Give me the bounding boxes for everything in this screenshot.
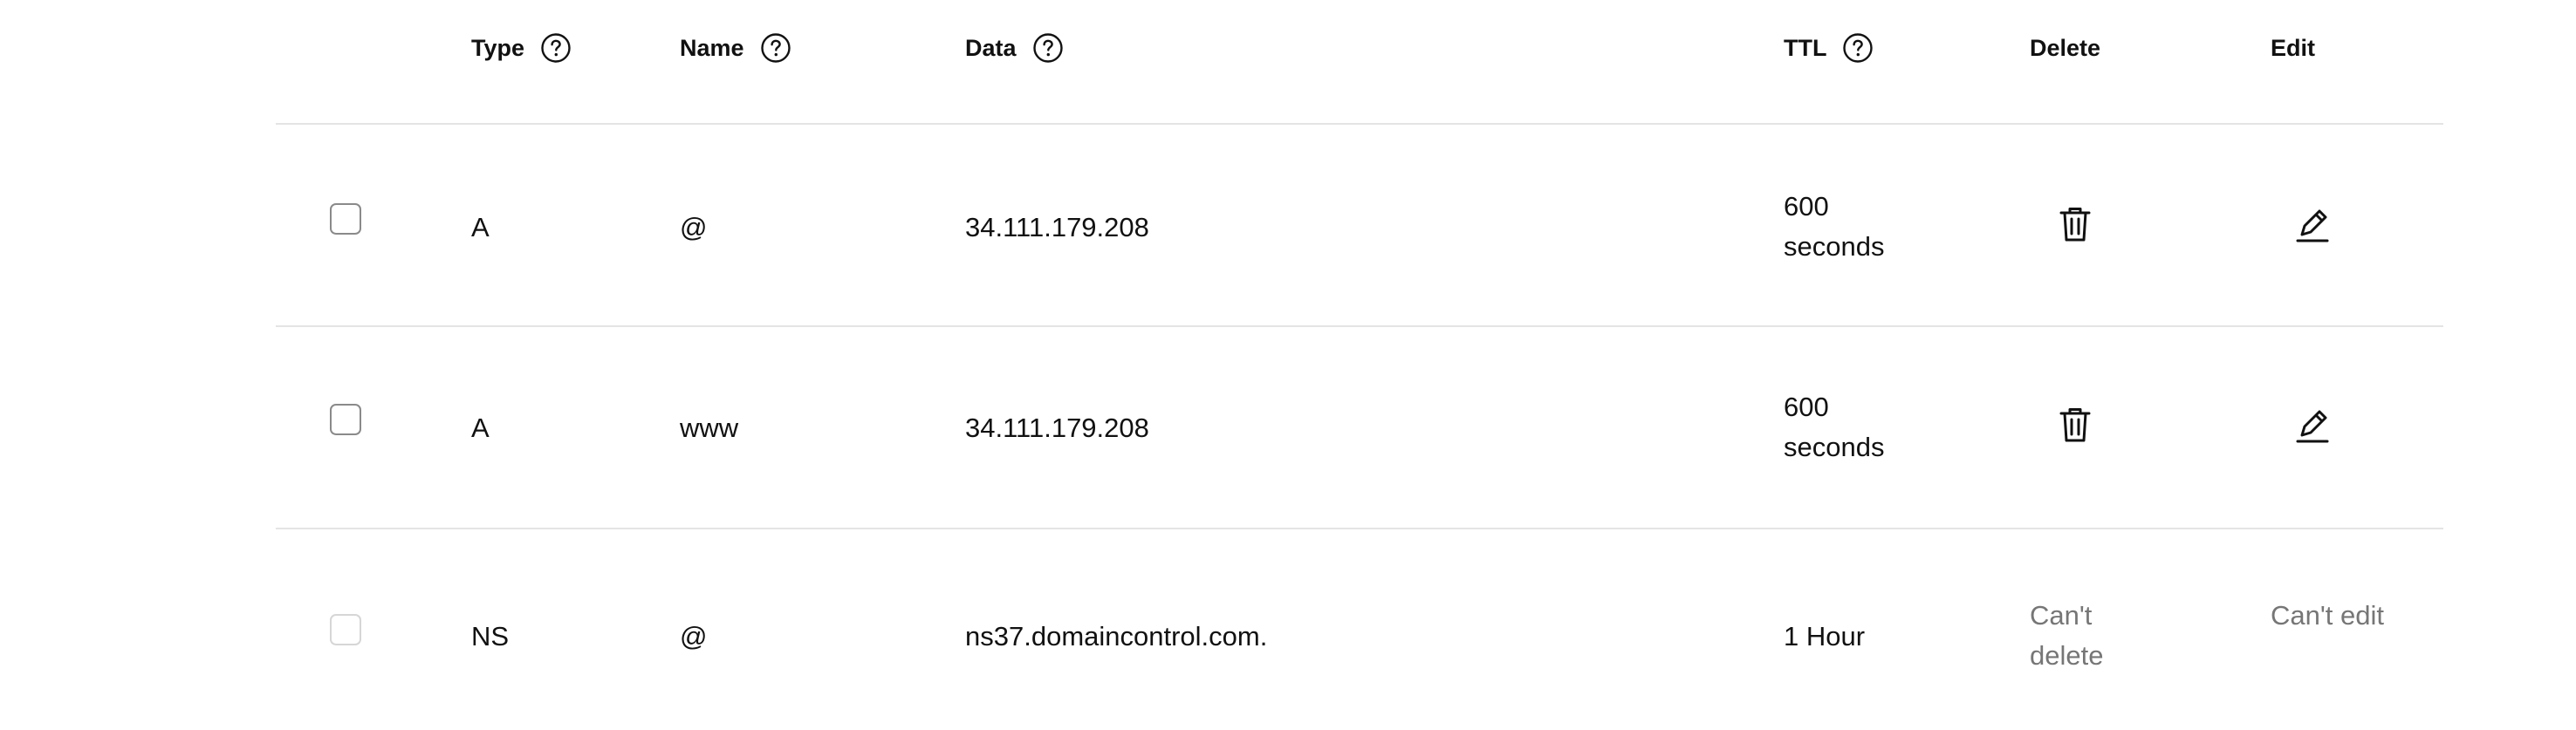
column-header-edit: Edit (2271, 32, 2315, 64)
row-select-checkbox[interactable] (330, 404, 361, 435)
type-help-icon[interactable] (540, 32, 572, 64)
column-header-data: Data (965, 32, 1064, 64)
record-name: @ (680, 621, 708, 652)
row-select-checkbox-disabled (330, 614, 361, 645)
column-header-name: Name (680, 32, 791, 64)
dns-records-table: Type Name Data TTL Delete Edit A @ 34.11… (276, 0, 2443, 690)
column-header-type-label: Type (471, 34, 525, 61)
table-row: A www 34.111.179.208 600 seconds (276, 327, 2443, 529)
table-row: A @ 34.111.179.208 600 seconds (276, 125, 2443, 327)
record-type: A (471, 212, 490, 242)
record-ttl: 600 seconds (1784, 191, 1885, 262)
cant-delete-text: Can't delete (2030, 600, 2104, 671)
edit-record-button[interactable] (2295, 205, 2330, 243)
data-help-icon[interactable] (1032, 32, 1064, 64)
column-header-edit-label: Edit (2271, 34, 2315, 61)
cant-edit-text: Can't edit (2271, 600, 2384, 631)
column-header-delete-label: Delete (2030, 34, 2101, 61)
record-ttl: 600 seconds (1784, 392, 1885, 462)
record-type: A (471, 413, 490, 443)
trash-icon (2058, 205, 2093, 243)
row-select-checkbox[interactable] (330, 203, 361, 235)
ttl-help-icon[interactable] (1842, 32, 1874, 64)
edit-record-button[interactable] (2295, 406, 2330, 444)
table-header: Type Name Data TTL Delete Edit (276, 0, 2443, 125)
column-header-data-label: Data (965, 34, 1017, 61)
record-ttl: 1 Hour (1784, 621, 1866, 652)
name-help-icon[interactable] (760, 32, 791, 64)
table-row: NS @ ns37.domaincontrol.com. 1 Hour Can'… (276, 529, 2443, 730)
column-header-type: Type (471, 32, 572, 64)
column-header-name-label: Name (680, 34, 744, 61)
record-data: 34.111.179.208 (965, 212, 1149, 242)
delete-record-button[interactable] (2058, 205, 2093, 243)
pencil-icon (2295, 406, 2330, 444)
record-name: www (680, 413, 739, 443)
record-data: 34.111.179.208 (965, 413, 1149, 443)
column-header-ttl-label: TTL (1784, 34, 1827, 61)
trash-icon (2058, 406, 2093, 444)
pencil-icon (2295, 205, 2330, 243)
delete-record-button[interactable] (2058, 406, 2093, 444)
column-header-delete: Delete (2030, 32, 2100, 64)
record-type: NS (471, 621, 510, 652)
column-header-ttl: TTL (1784, 32, 1874, 64)
record-data: ns37.domaincontrol.com. (965, 621, 1268, 652)
record-name: @ (680, 212, 708, 242)
